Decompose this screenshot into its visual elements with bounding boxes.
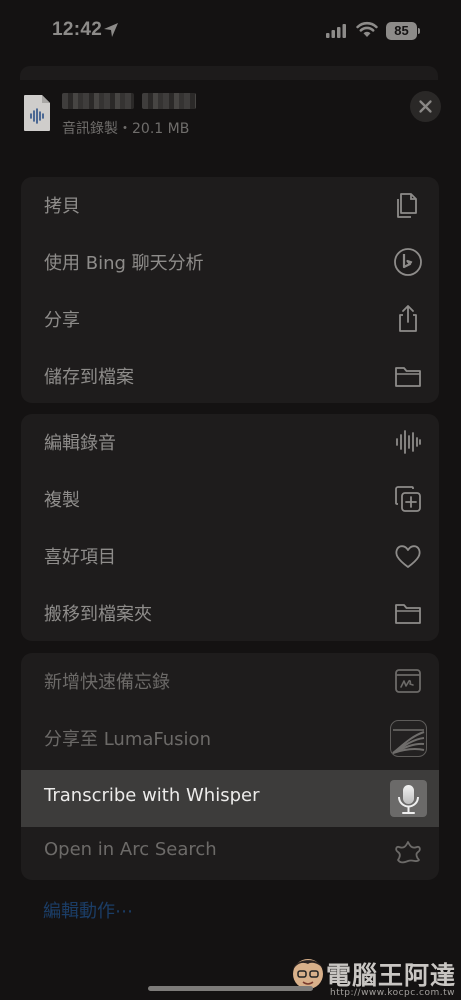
battery-tip	[418, 28, 420, 34]
action-group-2: 編輯錄音 複製 喜好項目 搬移到檔案夾	[21, 414, 439, 641]
menu-item-label: 編輯錄音	[44, 433, 116, 454]
arc-search-icon	[395, 841, 421, 864]
menu-item-favorite[interactable]: 喜好項目	[21, 528, 439, 585]
status-bar: 12:42 85	[0, 0, 461, 62]
copy-icon	[397, 193, 417, 218]
sheet-header-background	[20, 66, 438, 80]
battery-indicator: 85	[386, 22, 417, 40]
audio-file-icon	[24, 95, 50, 131]
lumafusion-app-icon	[390, 720, 427, 757]
duplicate-icon	[395, 486, 421, 512]
location-arrow-icon	[104, 23, 118, 37]
menu-item-bing-chat[interactable]: 使用 Bing 聊天分析	[21, 234, 439, 291]
menu-item-open-arc-search[interactable]: Open in Arc Search	[21, 824, 439, 880]
action-group-3: 新增快速備忘錄 分享至 LumaFusion Transcribe with W…	[21, 653, 439, 880]
watermark-title: 電腦王阿達	[326, 961, 457, 990]
menu-item-label: Open in Arc Search	[44, 839, 217, 860]
menu-item-transcribe-whisper[interactable]: Transcribe with Whisper	[21, 770, 439, 827]
menu-item-label: 複製	[44, 490, 80, 511]
menu-item-move-to-folder[interactable]: 搬移到檔案夾	[21, 585, 439, 641]
share-icon	[399, 305, 417, 332]
cellular-signal-icon	[326, 24, 346, 38]
whisper-microphone-icon	[390, 780, 427, 817]
menu-item-label: Transcribe with Whisper	[44, 785, 260, 806]
folder-icon	[395, 604, 421, 624]
waveform-icon	[396, 430, 421, 454]
watermark-logo: 電腦王阿達 http://www.kocpc.com.tw	[290, 950, 460, 1000]
heart-icon	[395, 545, 421, 568]
menu-item-share-lumafusion[interactable]: 分享至 LumaFusion	[21, 710, 439, 767]
menu-item-copy[interactable]: 拷貝	[21, 177, 439, 234]
close-button[interactable]	[410, 91, 441, 122]
menu-item-quick-note[interactable]: 新增快速備忘錄	[21, 653, 439, 710]
menu-item-label: 搬移到檔案夾	[44, 604, 152, 625]
menu-item-duplicate[interactable]: 複製	[21, 471, 439, 528]
menu-item-label: 拷貝	[44, 196, 80, 217]
edit-actions-link[interactable]: 編輯動作⋯	[43, 897, 133, 923]
close-icon	[419, 100, 432, 113]
folder-icon	[395, 367, 421, 387]
quick-note-icon	[395, 669, 421, 693]
menu-item-share[interactable]: 分享	[21, 291, 439, 348]
wifi-icon	[356, 21, 378, 37]
watermark-url: http://www.kocpc.com.tw	[330, 988, 456, 998]
file-name-redacted	[62, 93, 196, 109]
menu-item-label: 儲存到檔案	[44, 367, 134, 388]
menu-item-label: 分享至 LumaFusion	[44, 729, 211, 750]
menu-item-label: 喜好項目	[44, 547, 116, 568]
home-indicator	[148, 986, 313, 991]
bing-icon	[394, 248, 422, 276]
file-subtitle: 音訊錄製・20.1 MB	[62, 121, 190, 137]
menu-item-save-to-files[interactable]: 儲存到檔案	[21, 348, 439, 403]
menu-item-label: 使用 Bing 聊天分析	[44, 253, 204, 274]
menu-item-label: 新增快速備忘錄	[44, 672, 170, 693]
action-group-1: 拷貝 使用 Bing 聊天分析 分享 儲存到檔案	[21, 177, 439, 403]
menu-item-label: 分享	[44, 310, 80, 331]
status-time: 12:42	[52, 19, 103, 40]
menu-item-edit-recording[interactable]: 編輯錄音	[21, 414, 439, 471]
